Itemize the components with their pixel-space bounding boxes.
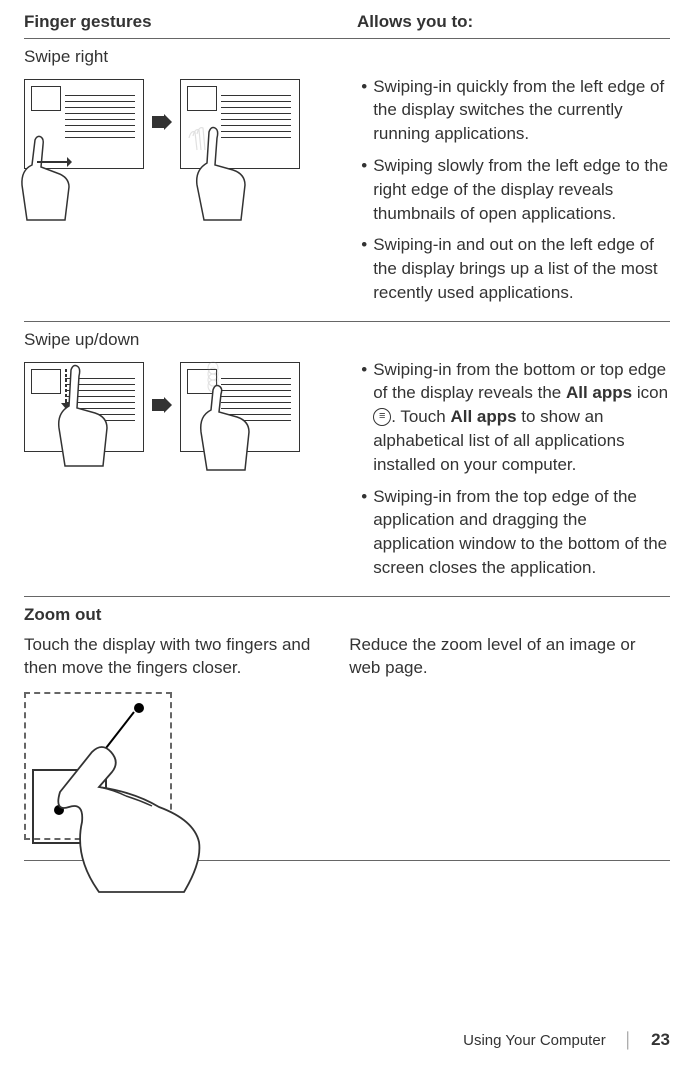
illustration-col xyxy=(24,75,329,313)
list-item: Swiping-in quickly from the left edge of… xyxy=(361,75,670,146)
hand-icon xyxy=(7,125,102,225)
illustration-col: Touch the display with two fingers and t… xyxy=(24,633,329,853)
hand-icon xyxy=(183,358,273,473)
list-item: Swiping-in and out on the left edge of t… xyxy=(361,233,670,304)
section-swipe-updown: Swipe up/down xyxy=(24,328,670,597)
list-item: Swiping-in from the bottom or top edge o… xyxy=(361,358,670,477)
arrow-icon xyxy=(152,391,172,422)
description-col: Swiping-in quickly from the left edge of… xyxy=(339,75,670,313)
section-name: Using Your Computer xyxy=(463,1030,606,1051)
header-right: Allows you to: xyxy=(347,10,670,34)
swipe-updown-illustration xyxy=(24,362,329,452)
section-title: Swipe up/down xyxy=(24,328,670,352)
zoom-out-illustration xyxy=(24,692,189,852)
divider-icon: │ xyxy=(624,1030,633,1051)
screen-before xyxy=(24,79,144,169)
page-content: Finger gestures Allows you to: Swipe rig… xyxy=(0,0,694,861)
screen-before xyxy=(24,362,144,452)
instruction-text: Touch the display with two fingers and t… xyxy=(24,633,329,681)
hand-pinch-icon xyxy=(24,692,274,902)
bold-text: All apps xyxy=(450,407,516,426)
section-body: Swiping-in from the bottom or top edge o… xyxy=(24,358,670,588)
text: icon xyxy=(632,383,668,402)
page-footer: Using Your Computer │ 23 xyxy=(463,1028,670,1052)
bullet-list: Swiping-in from the bottom or top edge o… xyxy=(349,358,670,580)
section-body: Swiping-in quickly from the left edge of… xyxy=(24,75,670,313)
hand-icon xyxy=(179,120,274,225)
arrow-icon xyxy=(152,108,172,139)
illustration-col xyxy=(24,358,329,588)
bold-text: All apps xyxy=(566,383,632,402)
header-left: Finger gestures xyxy=(24,10,347,34)
text: . Touch xyxy=(391,407,450,426)
all-apps-icon xyxy=(373,408,391,426)
section-swipe-right: Swipe right xyxy=(24,45,670,322)
screen-after xyxy=(180,362,300,452)
section-title: Swipe right xyxy=(24,45,670,69)
list-item: Swiping-in from the top edge of the appl… xyxy=(361,485,670,580)
page-number: 23 xyxy=(651,1028,670,1052)
description-col: Reduce the zoom level of an image or web… xyxy=(339,633,670,853)
screen-after xyxy=(180,79,300,169)
bullet-list: Swiping-in quickly from the left edge of… xyxy=(349,75,670,305)
section-zoom-out: Zoom out Touch the display with two fing… xyxy=(24,603,670,861)
table-header: Finger gestures Allows you to: xyxy=(24,10,670,39)
description-text: Reduce the zoom level of an image or web… xyxy=(349,633,670,681)
swipe-right-illustration xyxy=(24,79,329,169)
direction-arrow-icon xyxy=(37,156,72,168)
list-item: Swiping slowly from the left edge to the… xyxy=(361,154,670,225)
section-title: Zoom out xyxy=(24,603,670,627)
section-body: Touch the display with two fingers and t… xyxy=(24,633,670,853)
description-col: Swiping-in from the bottom or top edge o… xyxy=(339,358,670,588)
hand-icon xyxy=(43,358,123,468)
